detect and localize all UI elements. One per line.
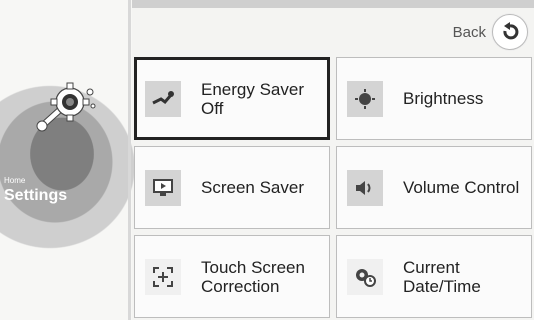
- tile-label: Touch Screen Correction: [201, 257, 305, 296]
- tile-volume-control[interactable]: Volume Control: [336, 146, 532, 229]
- monitor-icon: [145, 169, 181, 206]
- undo-arrow-icon: [503, 22, 519, 40]
- plug-energy-icon: [145, 80, 181, 117]
- page-title: Settings: [4, 187, 68, 204]
- speaker-icon: [347, 169, 383, 206]
- home-breadcrumb[interactable]: Home: [4, 176, 25, 185]
- touch-calibrate-icon: [145, 258, 181, 295]
- sidebar: Home Settings: [0, 0, 134, 320]
- tile-label: Screen Saver: [201, 178, 304, 197]
- clock-gear-icon: [347, 258, 383, 295]
- tile-label: Energy Saver Off: [201, 79, 304, 118]
- tile-brightness[interactable]: Brightness: [336, 57, 532, 140]
- tile-touch-screen-correction[interactable]: Touch Screen Correction: [134, 235, 330, 318]
- top-strip: [132, 0, 534, 8]
- back-button[interactable]: [492, 14, 528, 50]
- tile-label: Volume Control: [403, 178, 520, 197]
- settings-grid: Energy Saver Off Brightness Screen Saver: [134, 57, 532, 318]
- brightness-icon: [347, 80, 383, 117]
- tile-label: Current Date/Time: [403, 257, 481, 296]
- tile-screen-saver[interactable]: Screen Saver: [134, 146, 330, 229]
- tile-current-date-time[interactable]: Current Date/Time: [336, 235, 532, 318]
- back-label[interactable]: Back: [453, 24, 486, 41]
- back-control[interactable]: Back: [453, 14, 528, 50]
- divider: [128, 0, 131, 320]
- tile-energy-saver[interactable]: Energy Saver Off: [134, 57, 330, 140]
- tile-label: Brightness: [403, 89, 484, 108]
- settings-wrench-gear-icon: [36, 82, 96, 132]
